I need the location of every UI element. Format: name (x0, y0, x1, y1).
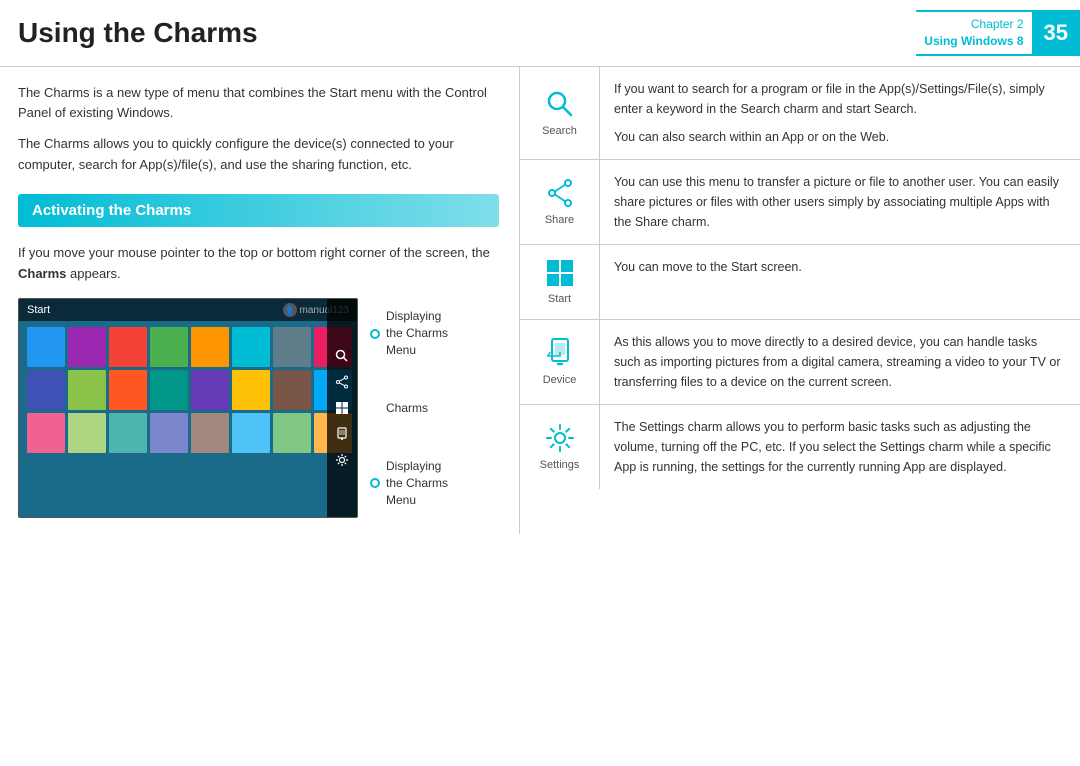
tile (273, 370, 311, 410)
page-title: Using the Charms (18, 17, 258, 49)
screenshot-container: Start 👤 manual123 (18, 298, 499, 518)
charm-desc-paragraph: If you want to search for a program or f… (614, 79, 1066, 119)
charm-icon-cell-start: Start (520, 245, 600, 319)
activate-text-post: appears. (66, 266, 120, 281)
charm-row: Device As this allows you to move directl… (520, 320, 1080, 405)
chapter-text: Chapter 2 Using Windows 8 (916, 10, 1031, 56)
charms-sidebar-screen (327, 299, 357, 517)
search-icon (545, 89, 575, 119)
charm-icon-cell-share: Share (520, 160, 600, 244)
charm-row: Search If you want to search for a progra… (520, 67, 1080, 160)
charm-name-start: Start (548, 293, 571, 305)
tile (68, 370, 106, 410)
tile (109, 327, 147, 367)
annotation-dot-top (370, 329, 380, 339)
charm-desc-paragraph: You can use this menu to transfer a pict… (614, 172, 1066, 232)
tile (27, 327, 65, 367)
annotation-spacer (370, 403, 380, 413)
page-header: Using the Charms Chapter 2 Using Windows… (0, 0, 1080, 67)
annotation-bottom: Displayingthe CharmsMenu (370, 458, 448, 508)
screen-charm-search (333, 347, 351, 365)
annotation-dot-bottom (370, 478, 380, 488)
charm-icon-cell-search: Search (520, 67, 600, 159)
charm-name-share: Share (545, 214, 574, 226)
charm-icon-cell-device: Device (520, 320, 600, 404)
activate-text-pre: If you move your mouse pointer to the to… (18, 245, 490, 260)
start-icon (546, 259, 574, 287)
charm-row: Share You can use this menu to transfer a… (520, 160, 1080, 245)
annotations: Displayingthe CharmsMenu Charms Displayi… (370, 298, 448, 518)
chapter-num: 35 (1032, 10, 1080, 56)
tile (273, 413, 311, 453)
tile (232, 327, 270, 367)
intro-paragraph-2: The Charms allows you to quickly configu… (18, 134, 499, 176)
chapter-badge: Chapter 2 Using Windows 8 35 (916, 10, 1080, 56)
charm-name-search: Search (542, 125, 577, 137)
activate-bold: Charms (18, 266, 66, 281)
screen-charm-settings (333, 451, 351, 469)
charm-row: Settings The Settings charm allows you to… (520, 405, 1080, 489)
charm-desc-settings: The Settings charm allows you to perform… (600, 405, 1080, 489)
chapter-sublabel: Using Windows 8 (924, 33, 1023, 50)
tile (273, 327, 311, 367)
annotation-middle-label: Charms (386, 400, 428, 417)
charm-desc-start: You can move to the Start screen. (600, 245, 1080, 319)
win8-screen-title: Start (27, 304, 50, 316)
charm-name-settings: Settings (540, 459, 580, 471)
charm-desc-paragraph: You can move to the Start screen. (614, 257, 1066, 277)
screen-charm-share (333, 373, 351, 391)
tile (232, 413, 270, 453)
tile (191, 327, 229, 367)
annotation-top-label: Displayingthe CharmsMenu (386, 308, 448, 358)
intro-paragraph-1: The Charms is a new type of menu that co… (18, 83, 499, 125)
win8-taskbar: Start 👤 manual123 (19, 299, 357, 321)
win8-screen: Start 👤 manual123 (18, 298, 358, 518)
charm-desc-paragraph: You can also search within an App or on … (614, 127, 1066, 147)
section-header: Activating the Charms (18, 194, 499, 227)
annotation-bottom-label: Displayingthe CharmsMenu (386, 458, 448, 508)
user-icon: 👤 (283, 303, 297, 317)
share-icon (545, 178, 575, 208)
tile (109, 370, 147, 410)
tile (109, 413, 147, 453)
chapter-label: Chapter 2 (924, 16, 1023, 33)
right-column: Search If you want to search for a progra… (520, 67, 1080, 535)
charm-row: Start You can move to the Start screen. (520, 245, 1080, 320)
screen-charm-windows (333, 399, 351, 417)
tile (150, 327, 188, 367)
screen-charm-device (333, 425, 351, 443)
charm-icon-cell-settings: Settings (520, 405, 600, 489)
tile (191, 370, 229, 410)
charm-desc-paragraph: As this allows you to move directly to a… (614, 332, 1066, 392)
left-column: The Charms is a new type of menu that co… (0, 67, 520, 535)
tile (27, 370, 65, 410)
tile (150, 370, 188, 410)
tile (68, 413, 106, 453)
charm-name-device: Device (543, 374, 577, 386)
activate-text: If you move your mouse pointer to the to… (18, 243, 499, 285)
annotation-top: Displayingthe CharmsMenu (370, 308, 448, 358)
tiles-grid (19, 321, 357, 502)
tile (150, 413, 188, 453)
tile (27, 413, 65, 453)
main-content: The Charms is a new type of menu that co… (0, 67, 1080, 535)
tile (191, 413, 229, 453)
charm-desc-share: You can use this menu to transfer a pict… (600, 160, 1080, 244)
tile (68, 327, 106, 367)
device-icon (546, 338, 574, 368)
charm-desc-paragraph: The Settings charm allows you to perform… (614, 417, 1066, 477)
charm-desc-search: If you want to search for a program or f… (600, 67, 1080, 159)
settings-icon (545, 423, 575, 453)
charm-desc-device: As this allows you to move directly to a… (600, 320, 1080, 404)
tile (232, 370, 270, 410)
annotation-middle: Charms (370, 400, 448, 417)
